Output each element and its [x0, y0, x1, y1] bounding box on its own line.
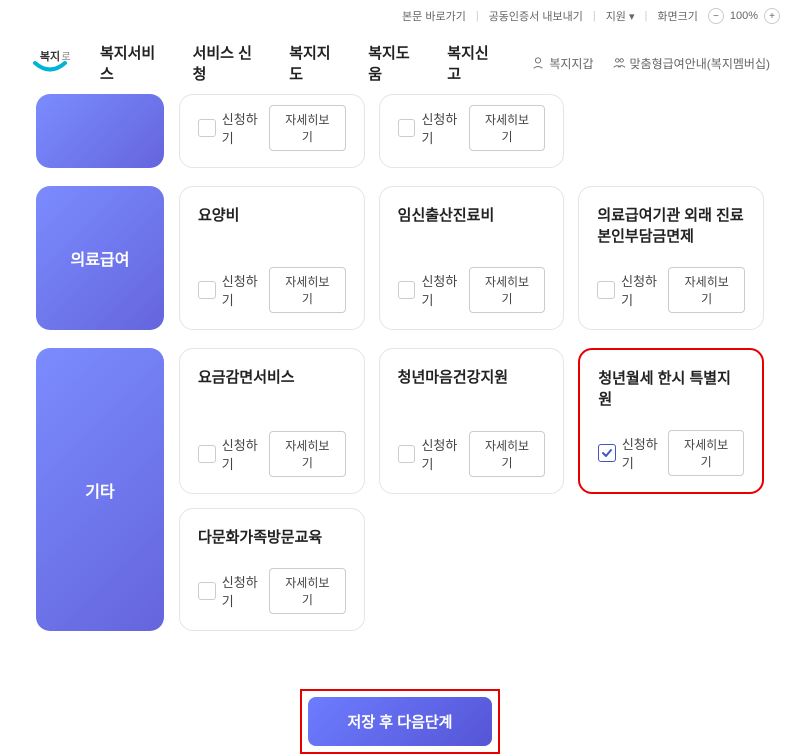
nav-welfare-help[interactable]: 복지도움	[368, 42, 422, 84]
card-title: 요양비	[198, 205, 346, 247]
detail-button[interactable]: 자세히보기	[668, 430, 744, 476]
detail-button[interactable]: 자세히보기	[469, 267, 546, 313]
zoom-label: 화면크기	[657, 8, 697, 24]
apply-checkbox[interactable]	[198, 582, 216, 600]
service-card: 요금감면서비스신청하기자세히보기	[179, 348, 365, 494]
apply-checkbox[interactable]	[198, 119, 216, 137]
site-logo[interactable]: 복지 로	[30, 48, 70, 78]
nav-welfare-map[interactable]: 복지지도	[289, 42, 343, 84]
nav-welfare-service[interactable]: 복지서비스	[100, 42, 168, 84]
svg-text:로: 로	[61, 52, 70, 63]
detail-button[interactable]: 자세히보기	[269, 568, 346, 614]
apply-checkbox[interactable]	[597, 281, 615, 299]
nav-service-apply[interactable]: 서비스 신청	[193, 42, 265, 84]
apply-label: 신청하기	[421, 435, 468, 473]
service-card: 신청하기자세히보기	[379, 94, 565, 168]
service-card: 임신출산진료비신청하기자세히보기	[379, 186, 565, 330]
card-title: 의료급여기관 외래 진료 본인부담금면제	[597, 205, 745, 247]
apply-checkbox[interactable]	[198, 445, 216, 463]
apply-label: 신청하기	[222, 271, 269, 309]
apply-label: 신청하기	[222, 109, 269, 147]
service-card: 청년마음건강지원신청하기자세히보기	[379, 348, 565, 494]
divider: |	[476, 10, 479, 22]
welfare-wallet-link[interactable]: 복지지갑	[531, 55, 593, 72]
logo-icon: 복지 로	[30, 48, 70, 78]
divider: |	[645, 10, 648, 22]
apply-label: 신청하기	[421, 271, 468, 309]
card-title: 임신출산진료비	[398, 205, 546, 247]
service-card: 다문화가족방문교육신청하기자세히보기	[179, 508, 365, 631]
apply-checkbox[interactable]	[598, 444, 616, 462]
divider: |	[593, 10, 596, 22]
apply-checkbox[interactable]	[398, 281, 416, 299]
card-title: 청년마음건강지원	[398, 367, 546, 411]
nav-welfare-report[interactable]: 복지신고	[447, 42, 501, 84]
category-label: 기타	[36, 348, 164, 631]
service-card: 요양비신청하기자세히보기	[179, 186, 365, 330]
save-button-highlight: 저장 후 다음단계	[300, 689, 501, 754]
apply-label: 신청하기	[421, 109, 468, 147]
zoom-out-button[interactable]: −	[708, 8, 724, 24]
service-card: 의료급여기관 외래 진료 본인부담금면제신청하기자세히보기	[578, 186, 764, 330]
service-card: 청년월세 한시 특별지원신청하기자세히보기	[578, 348, 764, 494]
category-label	[36, 94, 164, 168]
apply-label: 신청하기	[222, 435, 269, 473]
skip-link[interactable]: 본문 바로가기	[402, 8, 466, 24]
apply-checkbox[interactable]	[198, 281, 216, 299]
apply-label: 신청하기	[222, 572, 269, 610]
zoom-value: 100%	[730, 10, 758, 22]
detail-button[interactable]: 자세히보기	[469, 105, 546, 151]
apply-label: 신청하기	[621, 271, 668, 309]
apply-label: 신청하기	[622, 434, 668, 472]
apply-checkbox[interactable]	[398, 445, 416, 463]
detail-button[interactable]: 자세히보기	[269, 431, 346, 477]
detail-button[interactable]: 자세히보기	[668, 267, 745, 313]
service-card: 신청하기자세히보기	[179, 94, 365, 168]
wallet-icon	[531, 56, 545, 70]
apply-checkbox[interactable]	[398, 119, 416, 137]
membership-icon	[612, 56, 626, 70]
card-title: 청년월세 한시 특별지원	[598, 368, 744, 410]
cert-export-link[interactable]: 공동인증서 내보내기	[489, 8, 583, 24]
checkmark-icon	[601, 447, 613, 459]
save-next-button[interactable]: 저장 후 다음단계	[308, 697, 493, 746]
detail-button[interactable]: 자세히보기	[269, 267, 346, 313]
detail-button[interactable]: 자세히보기	[469, 431, 546, 477]
zoom-in-button[interactable]: +	[764, 8, 780, 24]
card-title: 요금감면서비스	[198, 367, 346, 411]
card-title: 다문화가족방문교육	[198, 527, 346, 548]
svg-text:복지: 복지	[40, 49, 60, 63]
custom-benefit-guide-link[interactable]: 맞춤형급여안내(복지멤버십)	[612, 55, 770, 72]
detail-button[interactable]: 자세히보기	[269, 105, 346, 151]
category-label: 의료급여	[36, 186, 164, 330]
support-link[interactable]: 지원 ▾	[606, 8, 635, 24]
